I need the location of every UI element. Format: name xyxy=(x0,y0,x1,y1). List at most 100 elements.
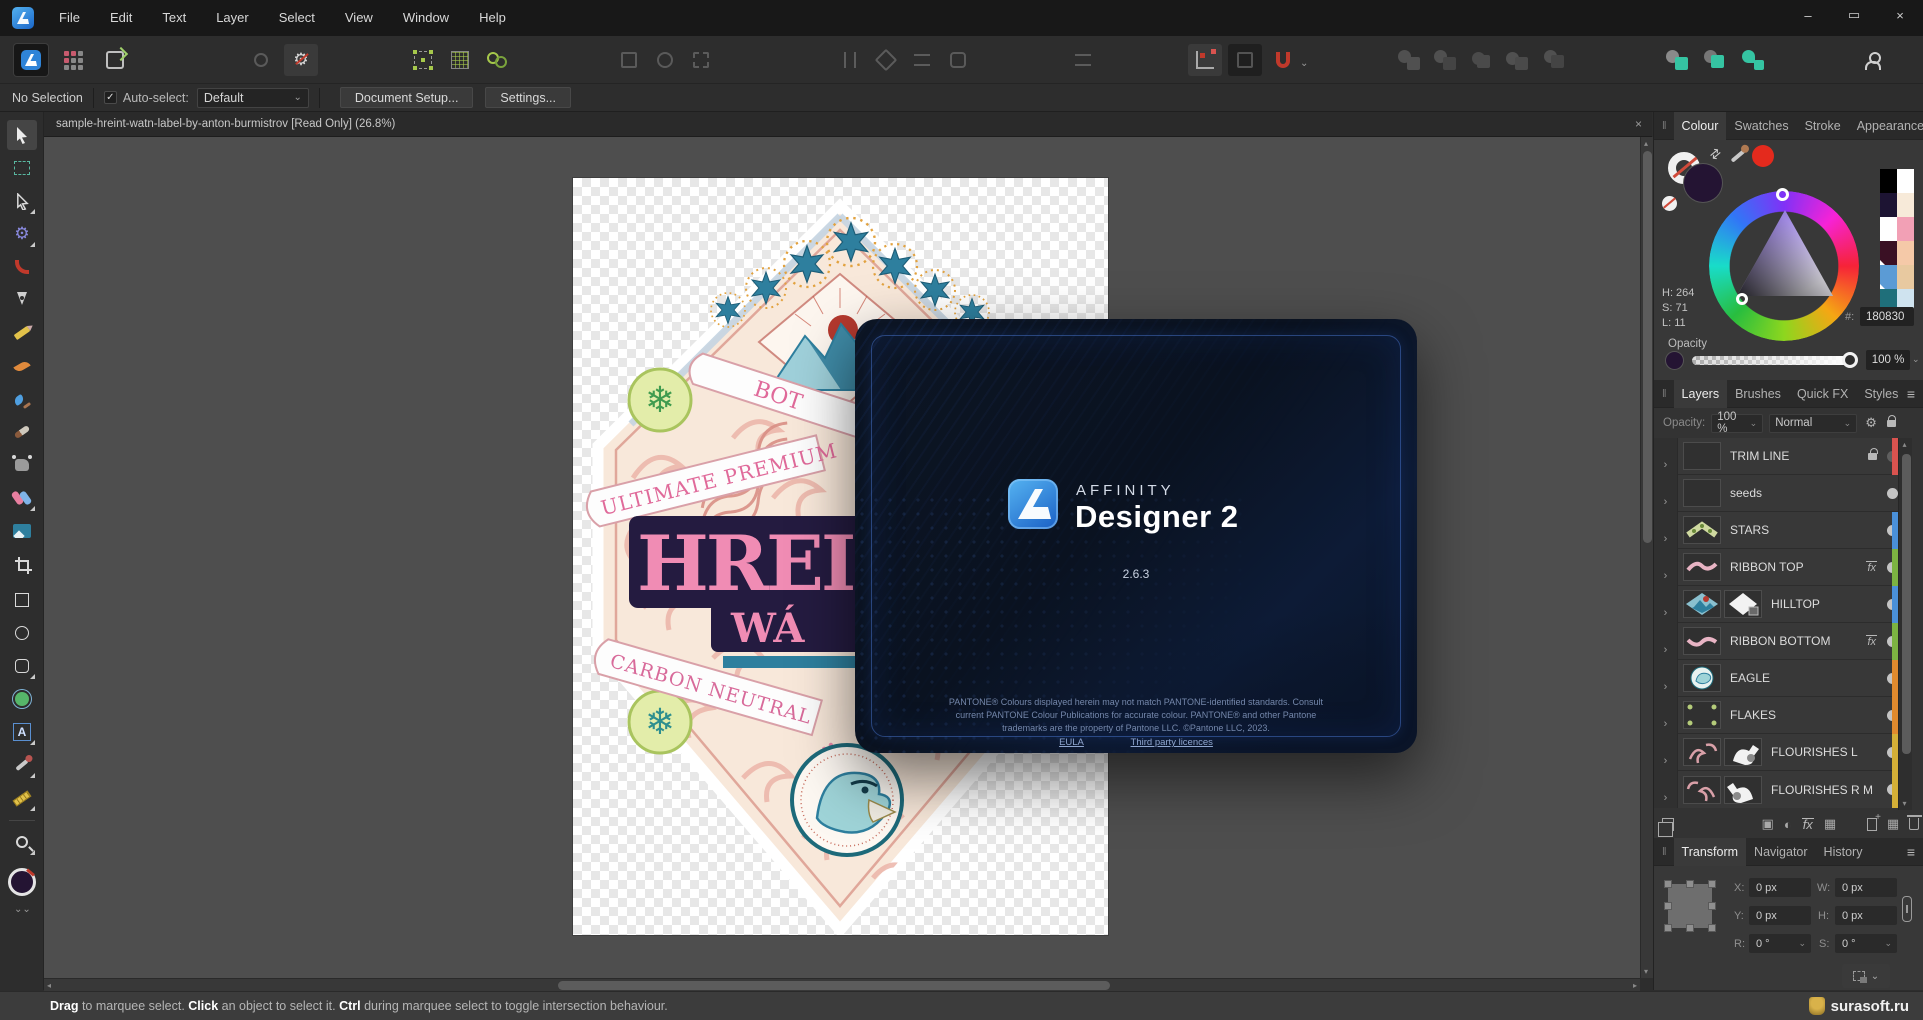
expand-chevron[interactable]: › xyxy=(1654,512,1678,549)
vertical-scroll-thumb[interactable] xyxy=(1643,151,1652,543)
rectangle-tool[interactable] xyxy=(7,585,37,615)
swap-fill-stroke-icon[interactable]: ⇄ xyxy=(1706,144,1725,163)
vertical-scrollbar[interactable]: ▴ ▾ xyxy=(1640,137,1653,978)
crop-tool[interactable] xyxy=(7,549,37,579)
expand-chevron[interactable]: › xyxy=(1654,771,1678,808)
layer-name[interactable]: FLAKES xyxy=(1730,708,1776,722)
layer-name[interactable]: HILLTOP xyxy=(1771,597,1820,611)
layer-name[interactable]: RIBBON TOP xyxy=(1730,560,1804,574)
expand-chevron[interactable]: › xyxy=(1654,549,1678,586)
pattern-layer-icon[interactable]: ▦ xyxy=(1824,816,1836,832)
layer-effects-icon[interactable]: fx xyxy=(1802,818,1814,831)
minimize-button[interactable]: – xyxy=(1785,0,1831,30)
anchor-point-selector[interactable] xyxy=(1668,884,1712,928)
artboard-tool[interactable] xyxy=(7,153,37,183)
erase-tool[interactable] xyxy=(7,483,37,513)
layer-thumbnail[interactable] xyxy=(1683,701,1721,729)
layer-row-stars[interactable]: › STARS xyxy=(1654,512,1898,549)
knife-tool[interactable] xyxy=(7,417,37,447)
layer-thumbnail[interactable] xyxy=(1683,590,1721,618)
opacity-value[interactable]: 100 % xyxy=(1866,350,1910,370)
expand-chevron[interactable]: › xyxy=(1654,697,1678,734)
fx-icon[interactable]: fx xyxy=(1866,561,1877,574)
layer-thumbnail[interactable] xyxy=(1683,516,1721,544)
magnet-snap-icon[interactable] xyxy=(1266,44,1300,76)
blend-mode-dropdown[interactable]: Normal⌄ xyxy=(1769,414,1857,433)
panel-menu-icon[interactable]: ≡ xyxy=(1907,844,1923,860)
layer-row-eagle[interactable]: › EAGLE xyxy=(1654,660,1898,697)
tab-swatches[interactable]: Swatches xyxy=(1726,112,1796,140)
measure-tool[interactable] xyxy=(7,783,37,813)
layer-row-flourishes-l[interactable]: › FLOURISHES L xyxy=(1654,734,1898,771)
layer-thumbnail[interactable] xyxy=(1683,738,1721,766)
export-persona-icon[interactable] xyxy=(98,44,132,76)
panel-menu-icon[interactable]: ≡ xyxy=(1907,386,1923,402)
hex-input[interactable]: 180830 xyxy=(1860,307,1914,326)
swatch[interactable] xyxy=(1880,241,1897,265)
swatch[interactable] xyxy=(1880,193,1897,217)
horizontal-scroll-thumb[interactable] xyxy=(558,981,1110,990)
layer-thumbnail[interactable] xyxy=(1683,664,1721,692)
lock-icon[interactable] xyxy=(1887,420,1896,427)
scroll-up-icon[interactable]: ▴ xyxy=(1903,440,1907,449)
menu-select[interactable]: Select xyxy=(264,0,330,36)
corner-tool[interactable] xyxy=(7,252,37,282)
zoom-tool[interactable] xyxy=(7,827,37,857)
layer-row-flakes[interactable]: › FLAKES xyxy=(1654,697,1898,734)
w-input[interactable]: 0 px xyxy=(1835,878,1897,897)
tab-close-icon[interactable]: × xyxy=(1635,117,1642,131)
snap-shapes-icon[interactable] xyxy=(480,44,514,76)
third-party-licences-link[interactable]: Third party licences xyxy=(1131,737,1213,748)
snapping-toggle-icon[interactable] xyxy=(1188,44,1222,76)
point-transform-tool[interactable]: ⚙ xyxy=(7,219,37,249)
layer-name[interactable]: seeds xyxy=(1730,486,1762,500)
tab-transform[interactable]: Transform xyxy=(1674,838,1747,866)
hue-selector[interactable] xyxy=(1776,188,1789,201)
swatch[interactable] xyxy=(1897,193,1914,217)
swatch[interactable] xyxy=(1880,265,1897,289)
layer-thumbnail[interactable] xyxy=(1683,442,1721,470)
pencil-tool[interactable] xyxy=(7,318,37,348)
menu-help[interactable]: Help xyxy=(464,0,521,36)
layer-thumbnail[interactable] xyxy=(1683,776,1721,804)
maximize-button[interactable]: ▭ xyxy=(1831,0,1877,30)
clip-mask-thumbnail[interactable] xyxy=(1724,590,1762,618)
no-colour-icon[interactable] xyxy=(1662,196,1677,211)
paint-brush-tool[interactable] xyxy=(7,384,37,414)
menu-view[interactable]: View xyxy=(330,0,388,36)
layer-row-flourishes-r-m[interactable]: › FLOURISHES R M xyxy=(1654,771,1898,808)
auto-select-dropdown[interactable]: Default ⌄ xyxy=(197,88,309,108)
layer-row-hilltop[interactable]: › HILLTOP xyxy=(1654,586,1898,623)
scroll-down-icon[interactable]: ▾ xyxy=(1644,967,1648,976)
tab-brushes[interactable]: Brushes xyxy=(1727,380,1789,408)
layer-thumbnail[interactable] xyxy=(1683,479,1721,507)
scroll-up-icon[interactable]: ▴ xyxy=(1644,139,1648,148)
edit-all-layers-icon[interactable] xyxy=(1662,818,1674,831)
snap-bounds-icon[interactable] xyxy=(406,44,440,76)
preferences-gear-icon[interactable]: ⚙ xyxy=(284,44,318,76)
pixel-persona-icon[interactable] xyxy=(56,44,90,76)
group-layers-icon[interactable]: ▦ xyxy=(1887,816,1899,832)
snapping-options-icon[interactable] xyxy=(1228,44,1262,76)
rounded-rectangle-tool[interactable] xyxy=(7,651,37,681)
arrange-back-icon[interactable] xyxy=(1660,44,1694,76)
swatch[interactable] xyxy=(1897,265,1914,289)
swatch[interactable] xyxy=(1897,241,1914,265)
menu-window[interactable]: Window xyxy=(388,0,464,36)
layer-row-seeds[interactable]: › seeds xyxy=(1654,475,1898,512)
layer-name[interactable]: FLOURISHES R M xyxy=(1771,783,1873,797)
picked-colour-swatch[interactable] xyxy=(1752,145,1774,167)
panel-grip-icon[interactable]: ‖ xyxy=(1654,846,1674,858)
scroll-right-icon[interactable]: ▸ xyxy=(1633,981,1637,990)
layers-opacity-dropdown[interactable]: 100 %⌄ xyxy=(1711,414,1763,433)
tab-appearance[interactable]: Appearance xyxy=(1849,112,1923,140)
menu-file[interactable]: File xyxy=(44,0,95,36)
layers-scroll-thumb[interactable] xyxy=(1902,454,1911,754)
adjustment-layer-icon[interactable]: ◐ xyxy=(1784,817,1792,832)
arrange-mid-icon[interactable] xyxy=(1698,44,1732,76)
expand-chevron[interactable]: › xyxy=(1654,586,1678,623)
layer-row-ribbon-bottom[interactable]: › RIBBON BOTTOM fx xyxy=(1654,623,1898,660)
layer-thumbnail[interactable] xyxy=(1683,627,1721,655)
link-dimensions-icon[interactable] xyxy=(1902,896,1912,922)
opacity-slider-knob[interactable] xyxy=(1842,352,1858,368)
